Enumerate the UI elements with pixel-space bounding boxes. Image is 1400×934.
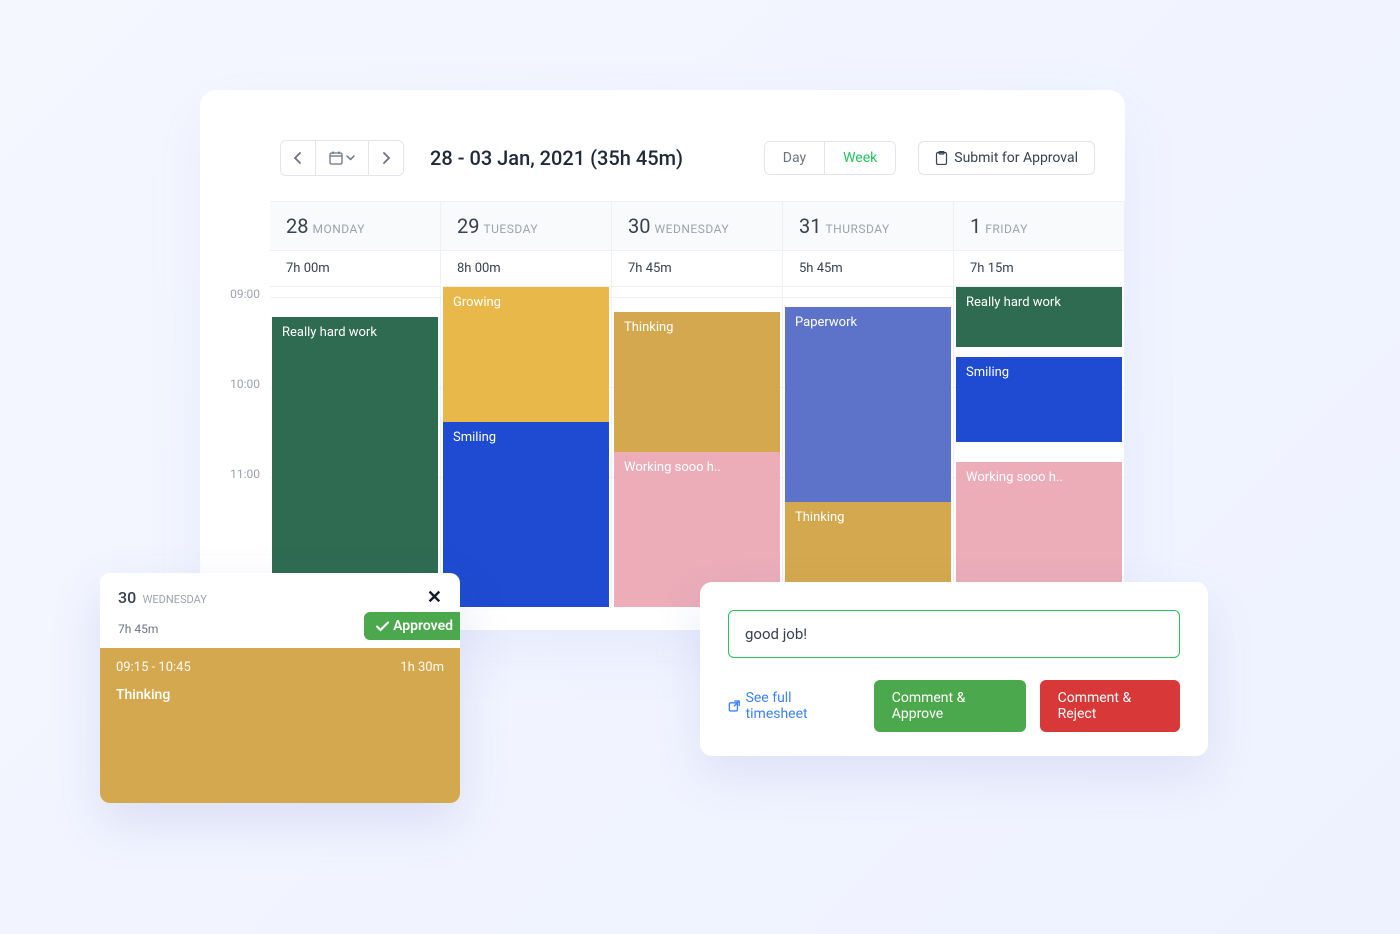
time-label: 11:00 xyxy=(230,467,260,481)
day-column-thu: Paperwork Thinking xyxy=(783,287,954,607)
day-detail-popup: 30 WEDNESDAY ✕ 7h 45m Approved 09:15 - 1… xyxy=(100,573,460,803)
day-header[interactable]: 1FRIDAY xyxy=(954,202,1125,250)
day-hours: 7h 45m xyxy=(612,251,783,286)
event-block[interactable]: Thinking xyxy=(614,312,780,452)
date-range-title: 28 - 03 Jan, 2021 (35h 45m) xyxy=(430,146,683,170)
day-popup-hours: 7h 45m Approved xyxy=(100,616,460,648)
day-header[interactable]: 30WEDNESDAY xyxy=(612,202,783,250)
event-block[interactable]: Smiling xyxy=(956,357,1122,442)
day-hours: 7h 00m xyxy=(270,251,441,286)
calendar-body: 09:00 10:00 11:00 Really hard work Growi… xyxy=(200,287,1125,607)
event-time: 09:15 - 10:45 xyxy=(116,660,191,675)
close-icon[interactable]: ✕ xyxy=(427,587,442,608)
event-duration: 1h 30m xyxy=(400,660,444,675)
view-toggle: Day Week xyxy=(764,141,896,175)
hours-header: 7h 00m 8h 00m 7h 45m 5h 45m 7h 15m xyxy=(270,251,1125,287)
time-gutter: 09:00 10:00 11:00 xyxy=(200,287,270,607)
event-block[interactable]: Really hard work xyxy=(272,317,438,607)
comment-approve-button[interactable]: Comment & Approve xyxy=(874,680,1026,732)
event-block[interactable]: Really hard work xyxy=(956,287,1122,347)
day-popup-title: 30 WEDNESDAY xyxy=(118,588,207,607)
clipboard-icon xyxy=(935,151,948,165)
submit-label: Submit for Approval xyxy=(954,150,1078,166)
event-block[interactable]: Growing xyxy=(443,287,609,422)
date-picker-button[interactable] xyxy=(316,140,368,176)
external-link-icon xyxy=(728,699,741,713)
day-popup-event[interactable]: 09:15 - 10:45 1h 30m Thinking xyxy=(100,648,460,803)
day-column-fri: Really hard work Smiling Working sooo h.… xyxy=(954,287,1125,607)
event-task: Thinking xyxy=(116,687,444,703)
view-week-button[interactable]: Week xyxy=(824,142,895,174)
date-nav xyxy=(280,140,404,176)
time-label: 09:00 xyxy=(230,287,260,301)
next-button[interactable] xyxy=(368,140,404,176)
day-hours: 5h 45m xyxy=(783,251,954,286)
toolbar: 28 - 03 Jan, 2021 (35h 45m) Day Week Sub… xyxy=(200,140,1125,201)
approved-badge: Approved xyxy=(364,612,460,640)
comment-reject-button[interactable]: Comment & Reject xyxy=(1040,680,1180,732)
event-block[interactable]: Smiling xyxy=(443,422,609,607)
day-hours: 7h 15m xyxy=(954,251,1125,286)
day-column-mon: Really hard work xyxy=(270,287,441,607)
check-icon xyxy=(376,621,389,632)
prev-button[interactable] xyxy=(280,140,316,176)
day-column-tue: Growing Smiling xyxy=(441,287,612,607)
event-block[interactable]: Paperwork xyxy=(785,307,951,502)
time-label: 10:00 xyxy=(230,377,260,391)
day-header[interactable]: 31THURSDAY xyxy=(783,202,954,250)
chevron-down-icon xyxy=(346,155,355,161)
submit-approval-button[interactable]: Submit for Approval xyxy=(918,141,1095,175)
calendar-icon xyxy=(329,151,343,165)
day-column-wed: Thinking Working sooo h.. xyxy=(612,287,783,607)
calendar-header: 28MONDAY 29TUESDAY 30WEDNESDAY 31THURSDA… xyxy=(270,201,1125,251)
day-header[interactable]: 29TUESDAY xyxy=(441,202,612,250)
comment-input[interactable] xyxy=(728,610,1180,658)
see-full-timesheet-link[interactable]: See full timesheet xyxy=(728,690,846,722)
day-header[interactable]: 28MONDAY xyxy=(270,202,441,250)
approval-panel: See full timesheet Comment & Approve Com… xyxy=(700,582,1208,756)
view-day-button[interactable]: Day xyxy=(765,142,824,174)
timesheet-panel: 28 - 03 Jan, 2021 (35h 45m) Day Week Sub… xyxy=(200,90,1125,630)
day-hours: 8h 00m xyxy=(441,251,612,286)
